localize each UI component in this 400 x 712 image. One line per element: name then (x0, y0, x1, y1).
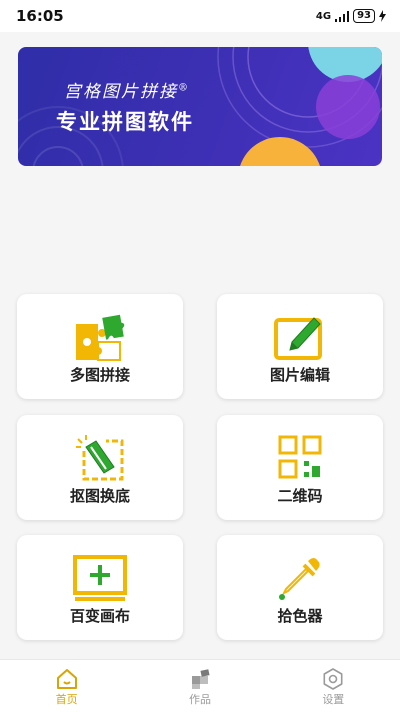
canvas-icon (73, 555, 127, 601)
home-icon (56, 669, 77, 689)
banner-title: 宫格图片拼接® (64, 82, 190, 102)
feature-card-color-picker[interactable]: 拾色器 (217, 535, 383, 640)
feature-label: 多图拼接 (69, 366, 130, 384)
feature-card-multi-collage[interactable]: 多图拼接 (17, 294, 183, 399)
network-label: 4G (315, 10, 332, 22)
charging-icon (379, 10, 386, 22)
tab-settings[interactable]: 设置 (267, 660, 400, 712)
tab-label: 作品 (188, 693, 211, 706)
feature-label: 抠图换底 (69, 487, 130, 505)
tab-label: 设置 (322, 693, 345, 706)
tab-works[interactable]: 作品 (133, 660, 266, 712)
feature-card-canvas[interactable]: 百变画布 (17, 535, 183, 640)
edit-icon (274, 317, 322, 360)
feature-card-qrcode[interactable]: 二维码 (217, 415, 383, 520)
status-icons: 4G 93 (316, 9, 386, 23)
feature-label: 二维码 (277, 487, 323, 505)
feature-label: 百变画布 (69, 607, 130, 625)
feature-card-cutout[interactable]: 抠图换底 (17, 415, 183, 520)
feature-label: 图片编辑 (269, 366, 330, 384)
tab-home[interactable]: 首页 (0, 660, 133, 712)
status-bar: 16:05 4G 93 (0, 0, 400, 32)
puzzle-icon (76, 314, 125, 361)
tab-label: 首页 (55, 693, 78, 706)
banner-subtitle: 专业拼图软件 (56, 110, 194, 134)
promo-banner[interactable]: 宫格图片拼接® 专业拼图软件 (18, 47, 382, 166)
signal-icon (335, 10, 350, 22)
feature-card-image-edit[interactable]: 图片编辑 (217, 294, 383, 399)
feature-label: 拾色器 (277, 607, 323, 625)
works-icon (191, 669, 210, 689)
registered-mark: ® (178, 82, 190, 94)
settings-icon (323, 668, 343, 690)
bottom-tab-bar: 首页 作品 设置 (0, 659, 400, 712)
status-time: 16:05 (16, 7, 64, 25)
cutout-icon (76, 435, 124, 481)
eyedropper-icon (279, 558, 320, 600)
qrcode-icon (278, 435, 322, 479)
battery-level: 93 (353, 9, 375, 23)
